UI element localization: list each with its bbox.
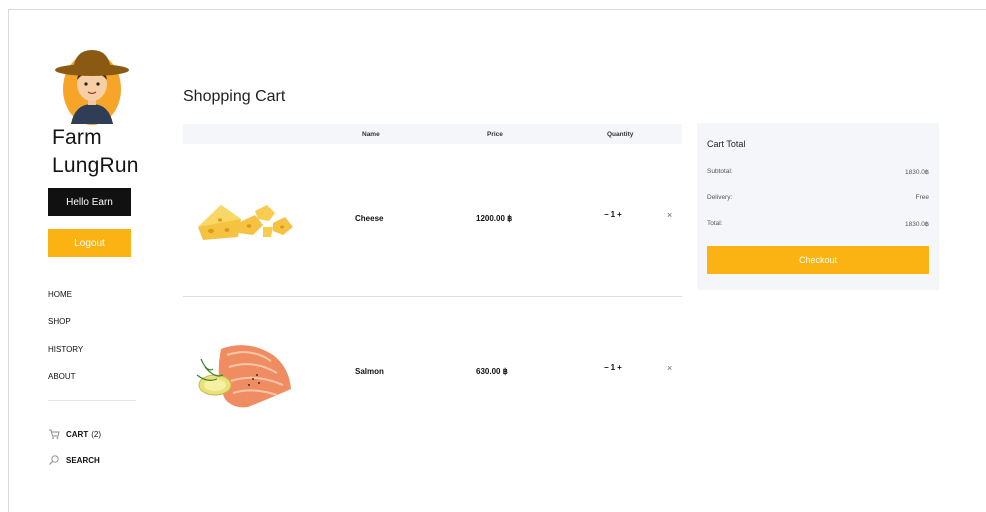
subtotal-value: 1830.0฿ (904, 169, 929, 176)
salmon-image (193, 339, 298, 416)
cart-link[interactable]: CART (2) (48, 428, 101, 440)
checkout-button[interactable]: Checkout (707, 246, 929, 274)
quantity-stepper: − 1 + (604, 210, 622, 219)
increase-qty-button[interactable]: + (617, 210, 622, 219)
column-quantity: Quantity (607, 131, 634, 138)
decrease-qty-button[interactable]: − (604, 363, 609, 372)
cheese-image (193, 197, 298, 252)
nav-item-about[interactable]: ABOUT (48, 372, 83, 399)
logout-button[interactable]: Logout (48, 229, 131, 257)
cart-table-header: Name Price Quantity (183, 124, 682, 144)
total-label: Total: (707, 220, 723, 227)
brand-line-1: Farm (52, 126, 102, 149)
nav-item-shop[interactable]: SHOP (48, 317, 83, 344)
cart-total-title: Cart Total (707, 139, 746, 149)
delivery-label: Delivery: (707, 194, 733, 201)
search-icon (48, 454, 60, 466)
total-value: 1830.0฿ (904, 221, 929, 228)
farmer-avatar (53, 44, 131, 126)
column-name: Name (362, 131, 380, 138)
main-nav: HOME SHOP HISTORY ABOUT (48, 290, 83, 399)
increase-qty-button[interactable]: + (617, 363, 622, 372)
remove-item-button[interactable]: × (667, 363, 672, 373)
decrease-qty-button[interactable]: − (604, 210, 609, 219)
delivery-value: Free (915, 194, 929, 201)
delivery-row: Delivery: Free (707, 194, 929, 201)
page-title: Shopping Cart (183, 88, 286, 105)
brand-title: Farm LungRun (52, 124, 139, 180)
item-name: Salmon (355, 367, 384, 376)
cart-row: Cheese 1200.00 ฿ − 1 + × (183, 144, 682, 296)
remove-item-button[interactable]: × (667, 210, 672, 220)
quantity-stepper: − 1 + (604, 363, 622, 372)
item-price: 1200.00 ฿ (476, 214, 513, 223)
subtotal-row: Subtotal: 1830.0฿ (707, 168, 929, 176)
sidebar-divider (48, 400, 136, 401)
total-row: Total: 1830.0฿ (707, 220, 929, 228)
cart-total-panel: Cart Total Subtotal: 1830.0฿ Delivery: F… (697, 123, 939, 290)
item-price: 630.00 ฿ (476, 367, 508, 376)
item-quantity: 1 (610, 210, 616, 219)
nav-item-history[interactable]: HISTORY (48, 345, 83, 372)
cart-count: (2) (91, 429, 101, 439)
subtotal-label: Subtotal: (707, 168, 733, 175)
cart-icon (48, 428, 60, 440)
item-name: Cheese (355, 214, 384, 223)
search-link[interactable]: SEARCH (48, 454, 100, 466)
item-quantity: 1 (610, 363, 616, 372)
cart-row: Salmon 630.00 ฿ − 1 + × (183, 297, 682, 449)
brand-line-2: LungRun (52, 154, 139, 177)
hello-user-button[interactable]: Hello Earn (48, 188, 131, 216)
nav-item-home[interactable]: HOME (48, 290, 83, 317)
column-price: Price (487, 131, 503, 138)
search-label: SEARCH (66, 455, 100, 465)
cart-label: CART (66, 429, 89, 439)
